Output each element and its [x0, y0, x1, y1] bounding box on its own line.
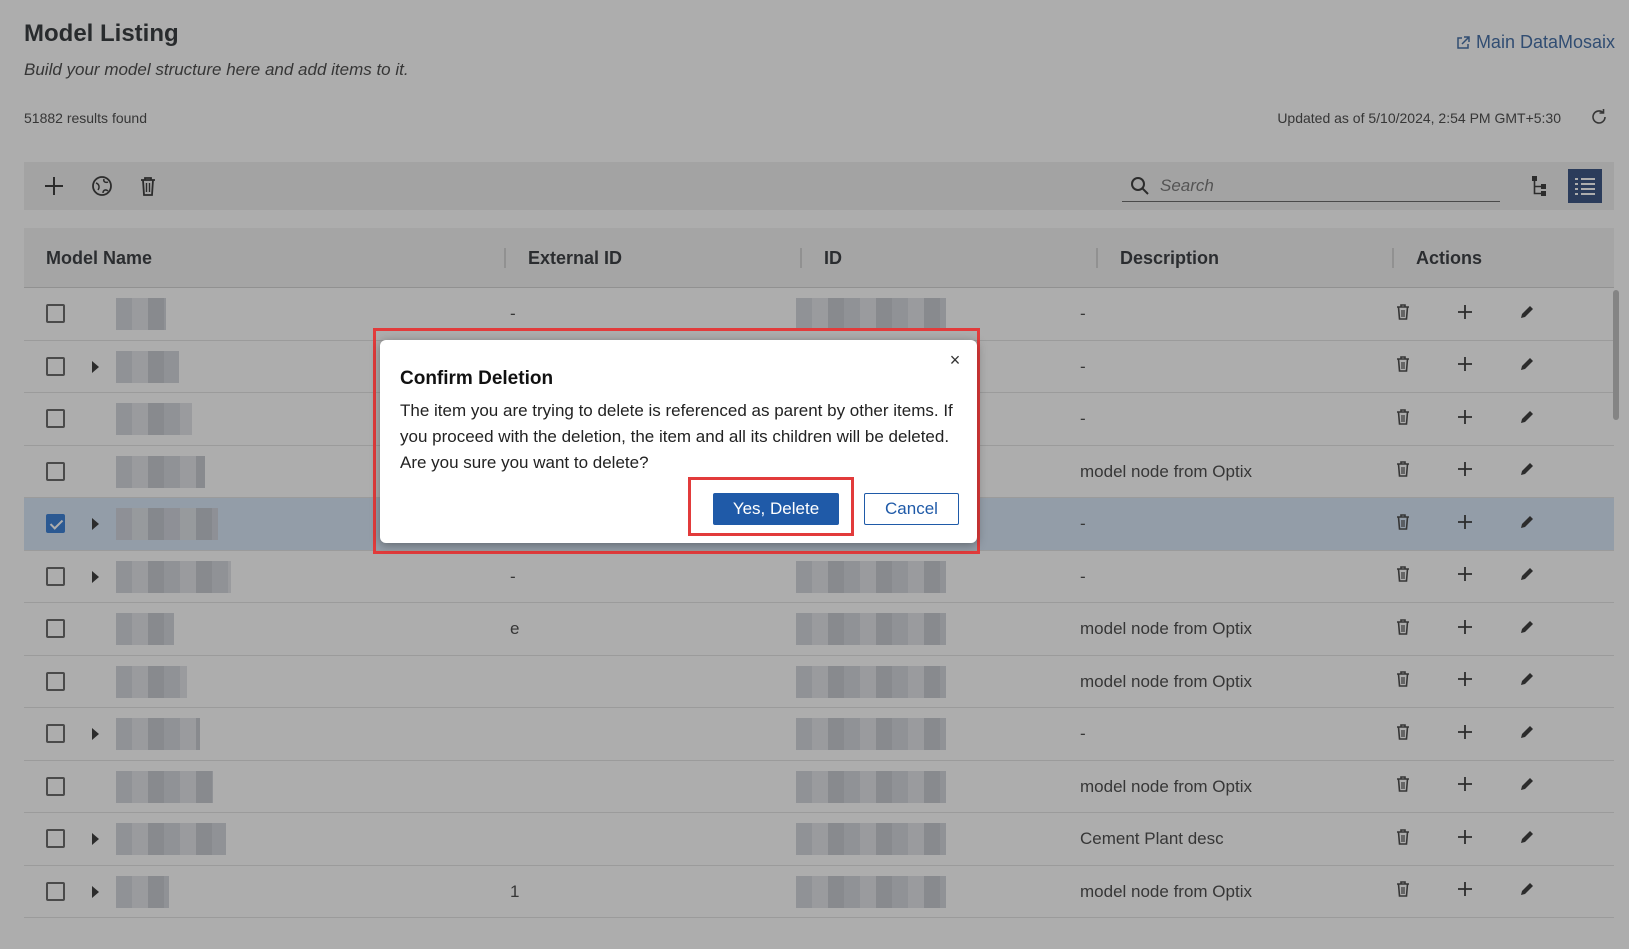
confirm-deletion-dialog: Confirm Deletion × The item you are tryi… — [380, 340, 977, 543]
close-icon[interactable]: × — [945, 350, 965, 370]
dialog-title: Confirm Deletion — [400, 368, 554, 389]
dialog-message: The item you are trying to delete is ref… — [400, 401, 953, 472]
cancel-button[interactable]: Cancel — [864, 493, 959, 525]
confirm-button-highlight-frame — [688, 477, 854, 536]
